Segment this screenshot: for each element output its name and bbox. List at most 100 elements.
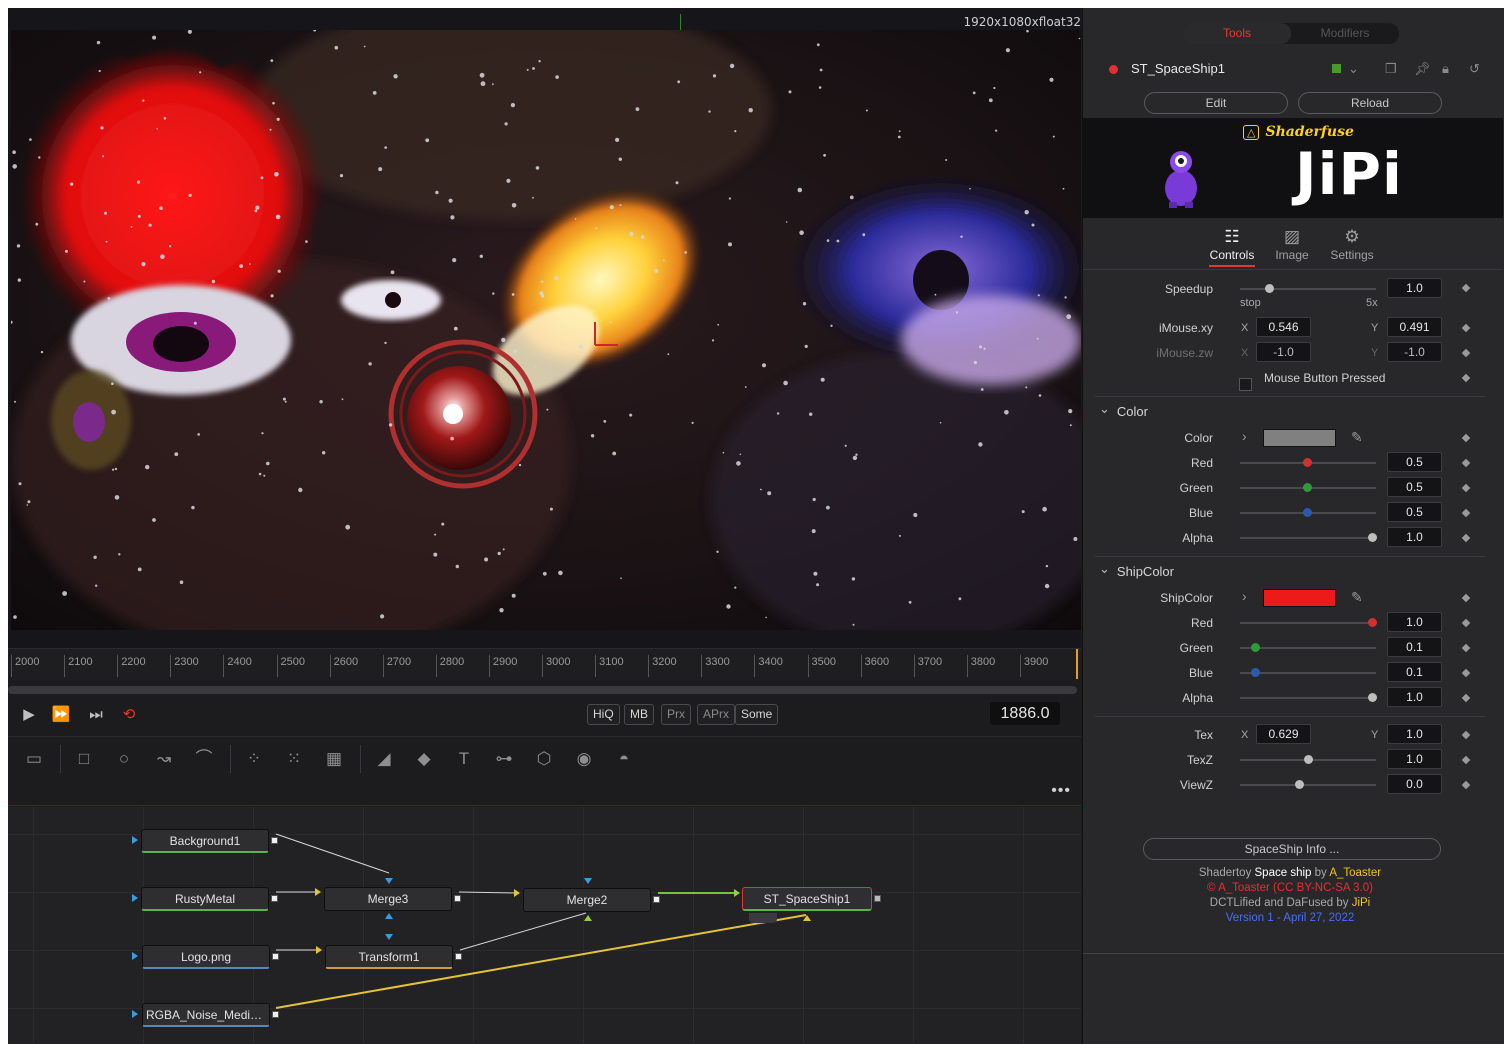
- node-output-port[interactable]: [272, 953, 279, 960]
- ellipse-mask-icon[interactable]: ○: [110, 747, 138, 771]
- light-3d-icon[interactable]: ◓: [610, 747, 638, 771]
- color-green-value-field[interactable]: 0.5: [1387, 477, 1442, 497]
- speedup-value-field[interactable]: 1.0: [1387, 278, 1442, 298]
- shipcolor-green-keyframe-icon[interactable]: [1461, 643, 1471, 653]
- eyedropper-icon[interactable]: ✎: [1351, 589, 1363, 606]
- shader-name-link[interactable]: Space ship: [1255, 867, 1312, 879]
- color-section-header[interactable]: Color: [1099, 404, 1148, 420]
- color-red-keyframe-icon[interactable]: [1461, 458, 1471, 468]
- node-output-port[interactable]: [653, 896, 660, 903]
- imouse-zw-keyframe-icon[interactable]: [1461, 348, 1471, 358]
- lock-icon[interactable]: 🔒︎: [1442, 61, 1449, 77]
- spaceship-info-button[interactable]: SpaceShip Info ...: [1143, 838, 1441, 860]
- color-green-keyframe-icon[interactable]: [1461, 483, 1471, 493]
- reload-button[interactable]: Reload: [1298, 92, 1442, 114]
- shipcolor-alpha-slider[interactable]: [1240, 697, 1376, 699]
- tex-y-field[interactable]: 1.0: [1387, 724, 1442, 744]
- shipcolor-alpha-value-field[interactable]: 1.0: [1387, 687, 1442, 707]
- speedup-slider[interactable]: [1240, 288, 1376, 290]
- subtab-settings[interactable]: ⚙ Settings: [1324, 226, 1380, 262]
- node-output-port[interactable]: [455, 953, 462, 960]
- color-swatch[interactable]: [1263, 429, 1336, 447]
- particle-style-icon[interactable]: ▦: [320, 747, 348, 771]
- tab-tools[interactable]: Tools: [1183, 23, 1291, 44]
- color-alpha-keyframe-icon[interactable]: [1461, 533, 1471, 543]
- motion-blur-button[interactable]: MB: [624, 704, 654, 725]
- color-red-value-field[interactable]: 0.5: [1387, 452, 1442, 472]
- shipcolor-blue-slider[interactable]: [1240, 672, 1376, 674]
- viewz-keyframe-icon[interactable]: [1461, 780, 1471, 790]
- color-green-slider-handle[interactable]: [1303, 483, 1312, 492]
- porter-link[interactable]: JiPi: [1352, 897, 1371, 909]
- particle-render-icon[interactable]: ⁙: [280, 747, 308, 771]
- shipcolor-alpha-slider-handle[interactable]: [1368, 693, 1377, 702]
- shipcolor-section-header[interactable]: ShipColor: [1099, 564, 1174, 580]
- shipcolor-blue-keyframe-icon[interactable]: [1461, 668, 1471, 678]
- mouse-button-pressed-checkbox[interactable]: [1239, 378, 1252, 391]
- particle-emitter-icon[interactable]: ⁘: [240, 747, 268, 771]
- skip-to-end-icon[interactable]: ⏭: [85, 706, 107, 724]
- camera-3d-icon[interactable]: ◉: [570, 747, 598, 771]
- tab-modifiers[interactable]: Modifiers: [1291, 23, 1399, 44]
- shipcolor-keyframe-icon[interactable]: [1461, 593, 1471, 603]
- subtab-controls[interactable]: ☷ Controls: [1204, 226, 1260, 267]
- color-blue-keyframe-icon[interactable]: [1461, 508, 1471, 518]
- viewz-slider-handle[interactable]: [1294, 780, 1304, 789]
- speedup-keyframe-icon[interactable]: [1461, 283, 1471, 293]
- node-output-port[interactable]: [271, 837, 278, 844]
- imouse-w-field[interactable]: -1.0: [1387, 342, 1442, 362]
- color-blue-slider-handle[interactable]: [1303, 508, 1312, 517]
- text-3d-icon[interactable]: T: [450, 747, 478, 771]
- imouse-z-field[interactable]: -1.0: [1256, 342, 1311, 362]
- chevron-right-icon[interactable]: ›: [1242, 428, 1247, 444]
- viewer-image[interactable]: [11, 30, 1081, 630]
- shipcolor-alpha-keyframe-icon[interactable]: [1461, 693, 1471, 703]
- node-merge3[interactable]: Merge3: [324, 887, 452, 911]
- imouse-x-field[interactable]: 0.546: [1256, 317, 1311, 337]
- shipcolor-green-value-field[interactable]: 0.1: [1387, 637, 1442, 657]
- auto-proxy-button[interactable]: APrx: [697, 704, 736, 725]
- merge-3d-icon[interactable]: ⊶: [490, 747, 518, 771]
- shaderfuse-logo[interactable]: △ Shaderfuse: [1243, 124, 1354, 140]
- shipcolor-blue-slider-handle[interactable]: [1251, 668, 1260, 677]
- color-blue-value-field[interactable]: 0.5: [1387, 502, 1442, 522]
- edit-button[interactable]: Edit: [1144, 92, 1288, 114]
- shipcolor-red-keyframe-icon[interactable]: [1461, 618, 1471, 628]
- node-editor-menu-button[interactable]: •••: [1051, 782, 1071, 800]
- texz-value-field[interactable]: 1.0: [1387, 749, 1442, 769]
- node-rustymetal[interactable]: RustyMetal: [141, 887, 269, 911]
- node-rgba-noise[interactable]: RGBA_Noise_Medium...: [142, 1003, 270, 1027]
- shader-author-link[interactable]: A_Toaster: [1329, 867, 1381, 879]
- tool-color-chip[interactable]: [1332, 64, 1341, 73]
- shipcolor-green-slider[interactable]: [1240, 647, 1376, 649]
- shipcolor-green-slider-handle[interactable]: [1251, 643, 1260, 652]
- texz-slider-handle[interactable]: [1303, 755, 1313, 764]
- mouse-pressed-keyframe-icon[interactable]: [1461, 373, 1471, 383]
- color-alpha-value-field[interactable]: 1.0: [1387, 527, 1442, 547]
- node-output-port[interactable]: [271, 895, 278, 902]
- shape-3d-icon[interactable]: ◆: [410, 747, 438, 771]
- viewz-slider[interactable]: [1240, 784, 1376, 786]
- tool-enable-toggle[interactable]: [1109, 65, 1118, 74]
- texz-keyframe-icon[interactable]: [1461, 755, 1471, 765]
- node-st-spaceship1[interactable]: ST_SpaceShip1: [742, 887, 872, 911]
- subtab-image[interactable]: ▨ Image: [1264, 226, 1320, 262]
- node-output-port[interactable]: [272, 1011, 279, 1018]
- hiq-button[interactable]: HiQ: [587, 704, 620, 725]
- loop-icon[interactable]: ⟲: [118, 706, 140, 724]
- timeline-ruler[interactable]: 2000 2100 2200 2300 2400 2500 2600 2700 2800 2900…: [8, 648, 1081, 680]
- timeline-scrollbar[interactable]: [8, 686, 1077, 694]
- pin-icon[interactable]: 📌︎: [1414, 61, 1431, 77]
- shipcolor-red-slider-handle[interactable]: [1368, 618, 1377, 627]
- shipcolor-swatch[interactable]: [1263, 589, 1336, 607]
- node-merge2[interactable]: Merge2: [523, 888, 651, 912]
- color-keyframe-icon[interactable]: [1461, 433, 1471, 443]
- current-frame-field[interactable]: 1886.0: [990, 702, 1060, 725]
- chevron-down-icon[interactable]: ⌄: [1348, 61, 1359, 77]
- polygon-mask-icon[interactable]: ↝: [150, 747, 178, 771]
- reset-icon[interactable]: ↺: [1469, 61, 1480, 77]
- shipcolor-red-value-field[interactable]: 1.0: [1387, 612, 1442, 632]
- playhead[interactable]: [1076, 649, 1078, 679]
- renderer-3d-icon[interactable]: ⬡: [530, 747, 558, 771]
- node-output-port[interactable]: [874, 895, 881, 902]
